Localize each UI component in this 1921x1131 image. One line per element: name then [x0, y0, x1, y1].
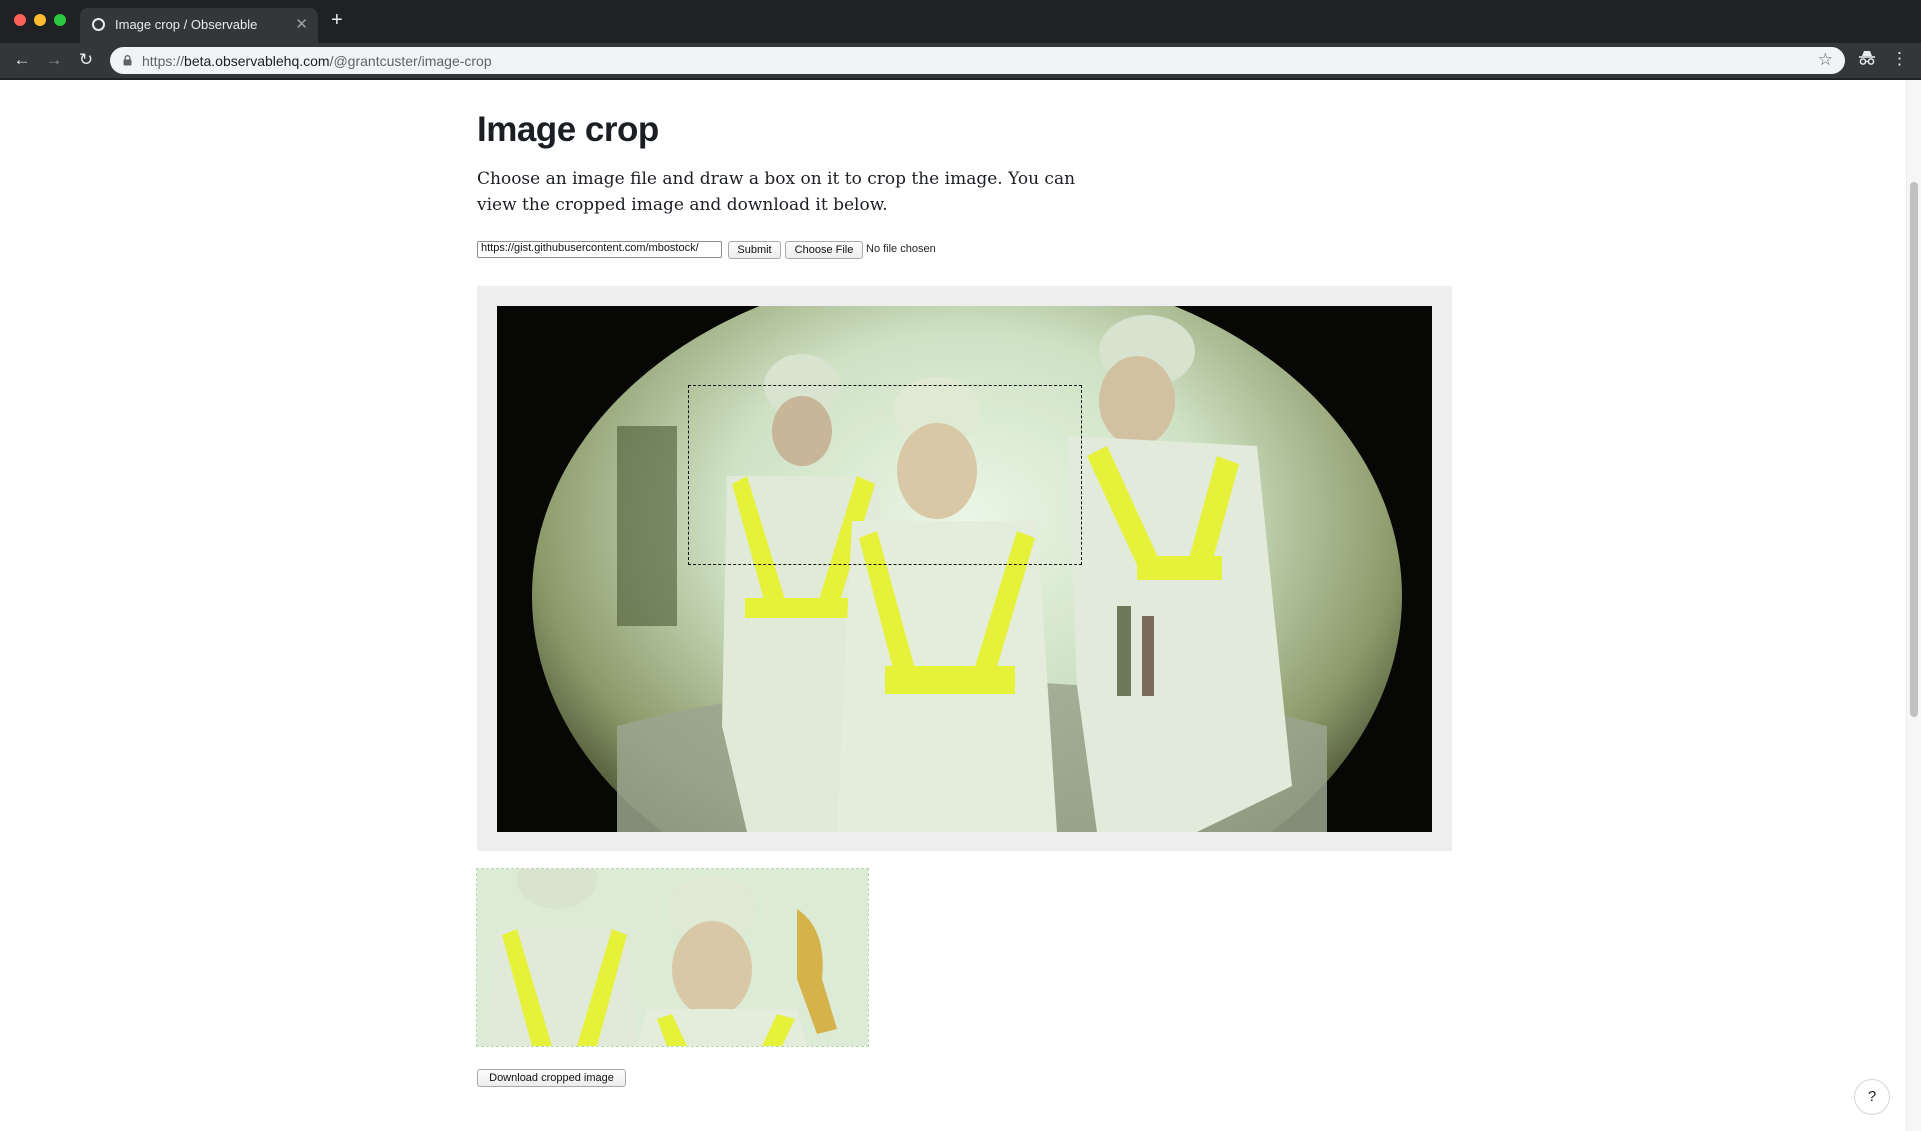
choose-file-button[interactable]: Choose File: [785, 241, 863, 259]
toolbar-divider: [0, 78, 1921, 80]
scrollbar-thumb[interactable]: [1910, 182, 1918, 717]
back-arrow-icon[interactable]: ←: [11, 49, 33, 71]
page-title: Image crop: [477, 110, 659, 149]
address-url[interactable]: https://beta.observablehq.com/@grantcust…: [142, 53, 492, 69]
observable-logo-icon: [92, 18, 105, 31]
image-url-input[interactable]: https://gist.githubusercontent.com/mbost…: [477, 241, 722, 258]
new-tab-icon[interactable]: +: [331, 10, 343, 30]
download-cropped-image-button[interactable]: Download cropped image: [477, 1069, 626, 1087]
kebab-menu-icon[interactable]: ⋮: [1891, 49, 1908, 69]
submit-button[interactable]: Submit: [728, 241, 781, 259]
address-bar[interactable]: https://beta.observablehq.com/@grantcust…: [110, 47, 1845, 74]
close-tab-icon[interactable]: ✕: [295, 15, 308, 33]
bookmark-star-icon[interactable]: ☆: [1818, 50, 1833, 70]
intro-paragraph: Choose an image file and draw a box on i…: [477, 169, 1076, 215]
cropped-photo-illustration: [477, 869, 868, 1046]
file-status-text: No file chosen: [866, 243, 936, 255]
browser-toolbar: ← → ↻ https://beta.observablehq.com/@gra…: [0, 43, 1921, 78]
cropped-image-preview: [476, 868, 869, 1047]
minimize-window-icon[interactable]: [34, 14, 46, 26]
maximize-window-icon[interactable]: [54, 14, 66, 26]
help-button[interactable]: ?: [1854, 1079, 1890, 1115]
browser-tab[interactable]: Image crop / Observable ✕: [80, 8, 318, 43]
tab-title: Image crop / Observable: [115, 17, 258, 32]
forward-arrow-icon[interactable]: →: [43, 49, 65, 71]
reload-icon[interactable]: ↻: [75, 49, 97, 71]
close-window-icon[interactable]: [14, 14, 26, 26]
lock-icon: [123, 55, 132, 66]
browser-titlebar: Image crop / Observable ✕ +: [0, 0, 1921, 43]
incognito-icon[interactable]: [1858, 50, 1876, 71]
crop-selection-box[interactable]: [688, 385, 1082, 565]
